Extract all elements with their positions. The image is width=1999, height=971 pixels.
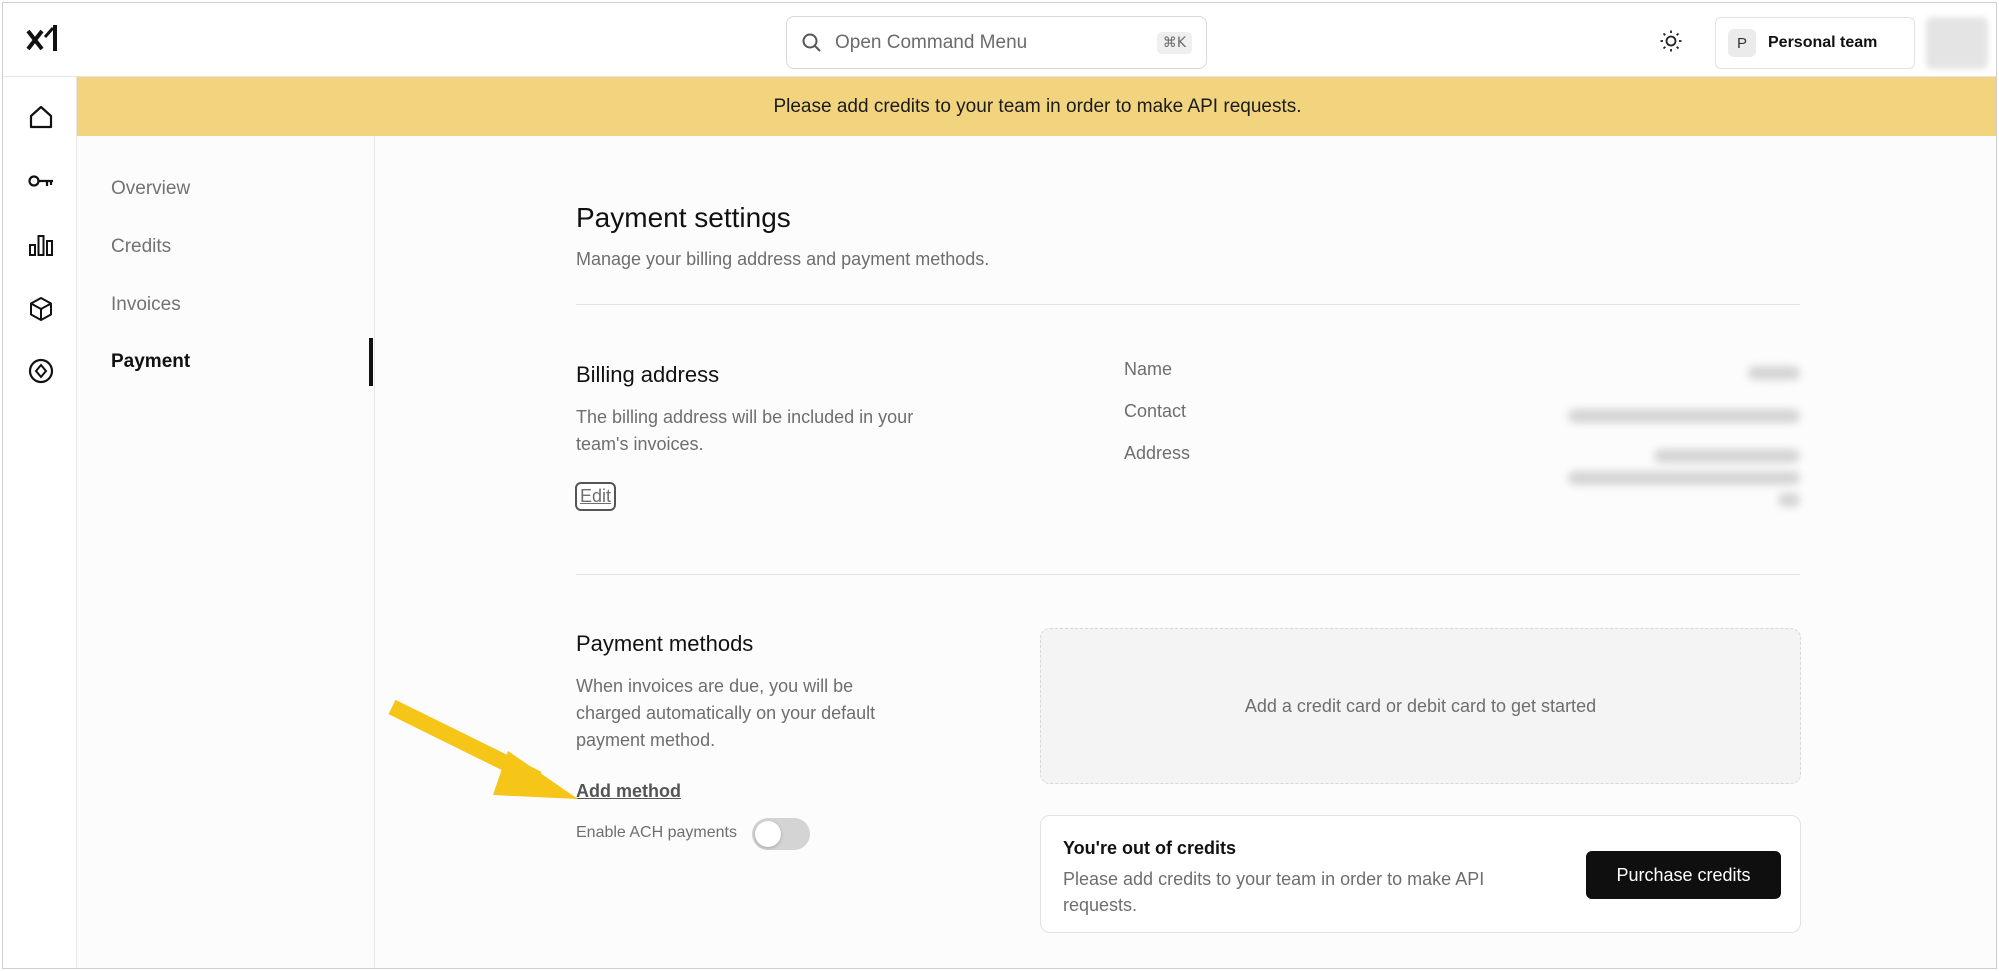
subnav-item-overview[interactable]: Overview — [111, 178, 190, 200]
name-value-redacted — [1748, 366, 1800, 380]
address-line-1-redacted — [1654, 449, 1800, 463]
subnav-item-credits[interactable]: Credits — [111, 236, 171, 258]
sun-icon[interactable] — [1659, 29, 1683, 53]
address-label: Address — [1124, 443, 1191, 463]
team-switcher[interactable]: P Personal team — [1715, 17, 1915, 69]
page-subtitle: Manage your billing address and payment … — [576, 249, 990, 269]
toggle-knob — [755, 821, 781, 847]
main-content: Payment settings Manage your billing add… — [376, 136, 1996, 968]
add-method-link[interactable]: Add method — [576, 781, 681, 802]
empty-state-text: Add a credit card or debit card to get s… — [1244, 695, 1597, 716]
app-window: Open Command Menu ⌘K P Personal team Ple… — [2, 2, 1997, 969]
address-line-3-redacted — [1778, 493, 1800, 507]
out-of-credits-title: You're out of credits — [1063, 838, 1236, 858]
annotation-arrow-icon — [388, 699, 578, 799]
payment-methods-empty-state: Add a credit card or debit card to get s… — [1040, 628, 1801, 784]
name-label: Name — [1124, 359, 1173, 379]
section-divider — [576, 574, 1800, 575]
credits-warning-banner: Please add credits to your team in order… — [77, 77, 1996, 136]
payment-methods-description: When invoices are due, you will be charg… — [576, 676, 876, 750]
billing-address-description: The billing address will be included in … — [576, 407, 914, 454]
out-of-credits-text: Please add credits to your team in order… — [1063, 869, 1485, 915]
icon-rail — [3, 77, 77, 968]
page-title: Payment settings — [576, 202, 791, 233]
key-icon[interactable] — [27, 167, 55, 195]
purchase-credits-button[interactable]: Purchase credits — [1586, 851, 1781, 899]
team-name: Personal team — [1768, 34, 1878, 51]
billing-subnav: Overview Credits Invoices Payment — [77, 136, 375, 968]
ach-toggle[interactable] — [752, 818, 810, 850]
edit-billing-button[interactable]: Edit — [575, 482, 617, 511]
shortcut-badge: ⌘K — [1156, 31, 1192, 54]
top-bar: Open Command Menu ⌘K P Personal team — [3, 3, 1996, 77]
command-menu-placeholder: Open Command Menu — [835, 31, 1028, 53]
compass-icon[interactable] — [27, 357, 55, 385]
subnav-item-payment[interactable]: Payment — [111, 351, 190, 373]
billing-address-title: Billing address — [576, 362, 720, 387]
contact-value-redacted — [1568, 409, 1800, 423]
user-avatar[interactable] — [1926, 17, 1988, 69]
subnav-item-invoices[interactable]: Invoices — [111, 294, 181, 316]
out-of-credits-card: You're out of credits Please add credits… — [1040, 815, 1801, 933]
ach-label: Enable ACH payments — [576, 824, 737, 841]
bar-chart-icon[interactable] — [27, 231, 55, 259]
command-menu-button[interactable]: Open Command Menu ⌘K — [786, 16, 1207, 69]
cube-icon[interactable] — [27, 295, 55, 323]
xai-logo-icon[interactable] — [25, 21, 59, 59]
payment-methods-title: Payment methods — [576, 631, 754, 656]
search-icon — [802, 33, 821, 52]
address-line-2-redacted — [1568, 471, 1800, 485]
section-divider — [576, 304, 1800, 305]
active-indicator — [369, 338, 373, 386]
team-avatar: P — [1728, 29, 1756, 57]
home-icon[interactable] — [27, 103, 55, 131]
contact-label: Contact — [1124, 401, 1187, 421]
